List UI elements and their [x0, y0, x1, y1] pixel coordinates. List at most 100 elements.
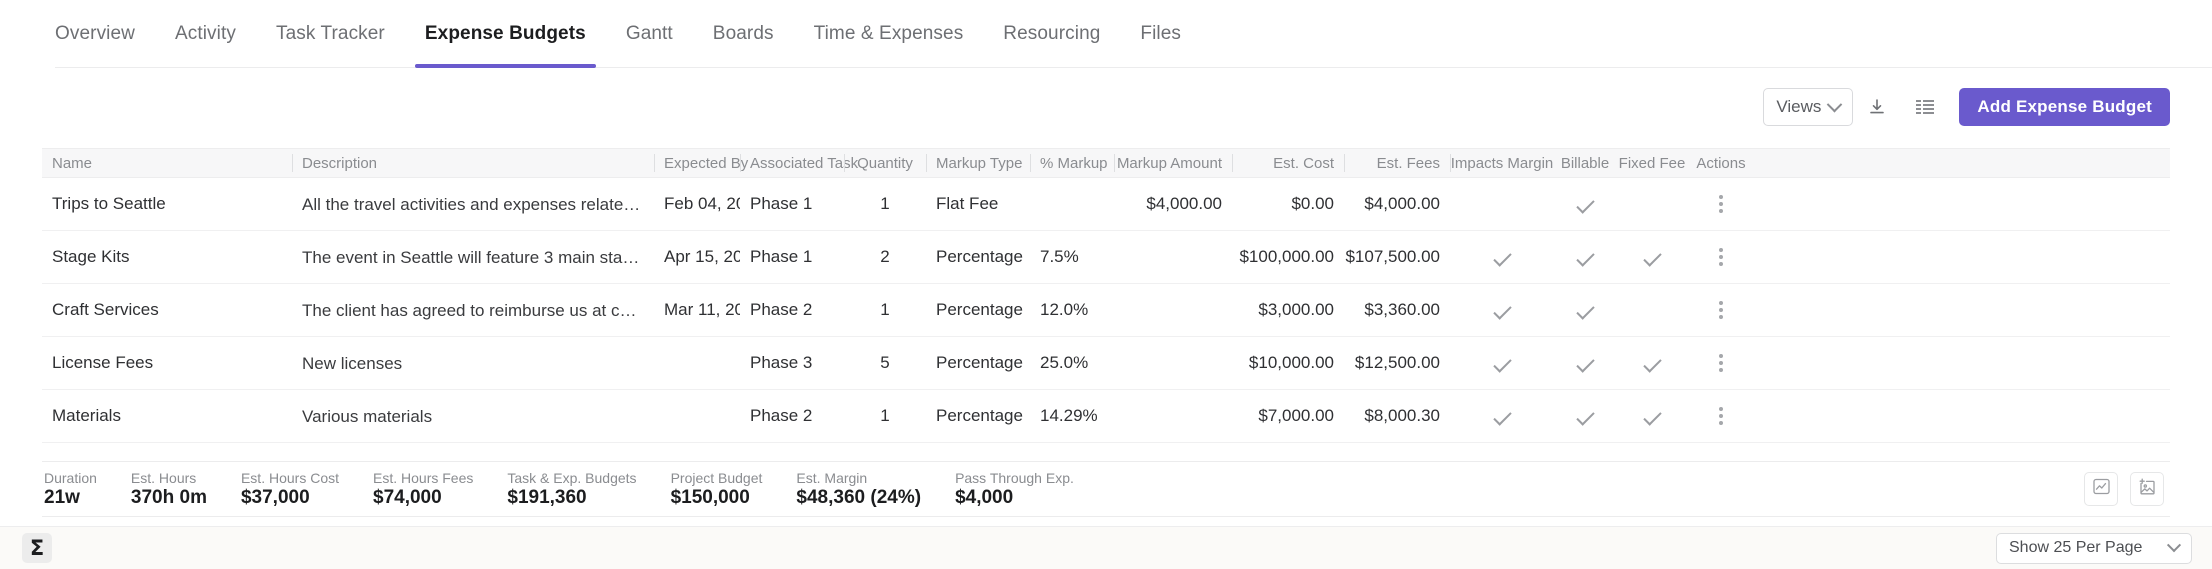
- cell-associated-task: Phase 3: [750, 353, 813, 372]
- cell-name: Trips to Seattle: [52, 194, 166, 213]
- cell-billable: [1554, 284, 1616, 337]
- check-icon: [1492, 300, 1512, 320]
- tab-overview[interactable]: Overview: [55, 0, 155, 68]
- column-header-billable[interactable]: Billable: [1554, 148, 1616, 178]
- add-expense-budget-button[interactable]: Add Expense Budget: [1959, 88, 2170, 126]
- summary-est-margin: Est. Margin $48,360 (24%): [796, 470, 955, 509]
- column-header-est-cost[interactable]: Est. Cost: [1232, 148, 1344, 178]
- tab-gantt[interactable]: Gantt: [606, 0, 693, 68]
- check-icon: [1642, 406, 1662, 426]
- cell-fixed-fee: [1616, 390, 1688, 443]
- column-header-markup-amount[interactable]: Markup Amount: [1114, 148, 1232, 178]
- column-header-quantity[interactable]: Quantity: [844, 148, 926, 178]
- cell-markup-amount: $4,000.00: [1146, 194, 1222, 213]
- cell-name: Stage Kits: [52, 247, 130, 266]
- sigma-summary-button[interactable]: Σ: [22, 533, 52, 563]
- check-icon: [1575, 247, 1595, 267]
- column-header-markup-type[interactable]: Markup Type: [926, 148, 1030, 178]
- cell-expected-by: Mar 11, 2025: [664, 300, 740, 319]
- table-row[interactable]: Trips to Seattle All the travel activitie…: [42, 178, 2170, 231]
- table-row[interactable]: Craft Services The client has agreed to r…: [42, 284, 2170, 337]
- add-image-button[interactable]: [2130, 472, 2164, 506]
- column-header-impacts-margin[interactable]: Impacts Margin: [1450, 148, 1554, 178]
- tab-expense-budgets[interactable]: Expense Budgets: [405, 0, 606, 68]
- row-actions-menu-icon[interactable]: [1719, 301, 1723, 319]
- row-actions-menu-icon[interactable]: [1719, 354, 1723, 372]
- tab-label: Overview: [55, 22, 135, 44]
- columns-button[interactable]: [1901, 88, 1949, 126]
- column-header-name[interactable]: Name: [42, 148, 292, 178]
- views-dropdown[interactable]: Views: [1763, 88, 1854, 126]
- cell-quantity: 1: [880, 194, 890, 213]
- cell-markup-type: Percentage: [936, 353, 1023, 372]
- cell-markup-type: Flat Fee: [936, 194, 999, 213]
- table-body: Trips to Seattle All the travel activitie…: [42, 178, 2170, 443]
- tab-time-expenses[interactable]: Time & Expenses: [794, 0, 984, 68]
- cell-markup-pct: 12.0%: [1040, 300, 1089, 319]
- column-header-expected-by[interactable]: Expected By: [654, 148, 748, 178]
- column-header-markup[interactable]: % Markup: [1030, 148, 1114, 178]
- tab-label: Activity: [174, 22, 236, 44]
- check-icon: [1492, 406, 1512, 426]
- summary-est-hours-cost: Est. Hours Cost $37,000: [241, 470, 373, 509]
- row-actions-menu-icon[interactable]: [1719, 195, 1723, 213]
- summary-value: $74,000: [373, 486, 442, 508]
- check-icon: [1642, 353, 1662, 373]
- tab-boards[interactable]: Boards: [693, 0, 794, 68]
- cell-markup-pct: 25.0%: [1040, 353, 1089, 372]
- cell-billable: [1554, 178, 1616, 231]
- cell-est-fees: $8,000.30: [1364, 406, 1440, 425]
- tab-task-tracker[interactable]: Task Tracker: [256, 0, 405, 68]
- cell-impacts-margin: [1450, 178, 1554, 231]
- tab-label: Gantt: [625, 22, 673, 44]
- column-header-fixed-fee[interactable]: Fixed Fee: [1616, 148, 1688, 178]
- cell-markup-amount: [1114, 231, 1232, 284]
- summary-pass-through-exp: Pass Through Exp. $4,000: [955, 470, 1108, 509]
- summary-label: Task & Exp. Budgets: [507, 469, 637, 486]
- cell-associated-task: Phase 2: [750, 406, 813, 425]
- cell-description: All the travel activities and expenses r…: [302, 194, 654, 214]
- summary-label: Est. Margin: [796, 469, 868, 486]
- table-row[interactable]: License Fees New licenses Phase 3 5 Percenta…: [42, 337, 2170, 390]
- cell-est-fees: $4,000.00: [1364, 194, 1440, 213]
- column-header-description[interactable]: Description: [292, 148, 654, 178]
- summary-value: $150,000: [670, 486, 750, 508]
- cell-billable: [1554, 390, 1616, 443]
- column-header-est-fees[interactable]: Est. Fees: [1344, 148, 1450, 178]
- table-row[interactable]: Stage Kits The event in Seattle will feat…: [42, 231, 2170, 284]
- cell-quantity: 2: [880, 247, 890, 266]
- cell-name: Craft Services: [52, 300, 159, 319]
- tab-label: Task Tracker: [275, 22, 385, 44]
- cell-est-cost: $7,000.00: [1258, 406, 1334, 425]
- project-tab-bar: Overview Activity Task Tracker Expense Budg…: [55, 0, 2212, 68]
- cell-impacts-margin: [1450, 231, 1554, 284]
- tab-resourcing[interactable]: Resourcing: [983, 0, 1120, 68]
- table-row[interactable]: Materials Various materials Phase 2 1 Percen…: [42, 390, 2170, 443]
- cell-markup-amount: [1114, 284, 1232, 337]
- check-icon: [1575, 194, 1595, 214]
- project-summary-bar: Duration 21w Est. Hours 370h 0m Est. Hours C…: [42, 461, 2170, 517]
- column-header-associated-task[interactable]: Associated Task: [740, 148, 858, 178]
- column-header-actions[interactable]: Actions: [1688, 148, 1754, 178]
- cell-actions: [1688, 337, 1754, 390]
- row-actions-menu-icon[interactable]: [1719, 407, 1723, 425]
- cell-expected-by: Feb 04, 2025: [664, 194, 740, 213]
- cell-quantity: 1: [880, 406, 890, 425]
- summary-label: Pass Through Exp.: [955, 469, 1074, 486]
- cell-associated-task: Phase 1: [750, 247, 813, 266]
- chart-trend-icon: [2092, 478, 2110, 500]
- cell-fixed-fee: [1616, 337, 1688, 390]
- expense-budgets-table: Name Description Expected By Associated Tas…: [42, 148, 2170, 443]
- per-page-dropdown[interactable]: Show 25 Per Page: [1996, 532, 2192, 564]
- row-actions-menu-icon[interactable]: [1719, 248, 1723, 266]
- cell-markup-type: Percentage: [936, 247, 1023, 266]
- chart-trend-button[interactable]: [2084, 472, 2118, 506]
- summary-label: Est. Hours: [130, 469, 197, 486]
- cell-markup-pct: [1030, 178, 1114, 231]
- tab-files[interactable]: Files: [1120, 0, 1201, 68]
- tab-activity[interactable]: Activity: [155, 0, 256, 68]
- cell-fixed-fee: [1616, 231, 1688, 284]
- tab-label: Files: [1140, 22, 1182, 44]
- table-toolbar: Views Add Expense Budget: [1763, 88, 2170, 126]
- download-button[interactable]: [1853, 88, 1901, 126]
